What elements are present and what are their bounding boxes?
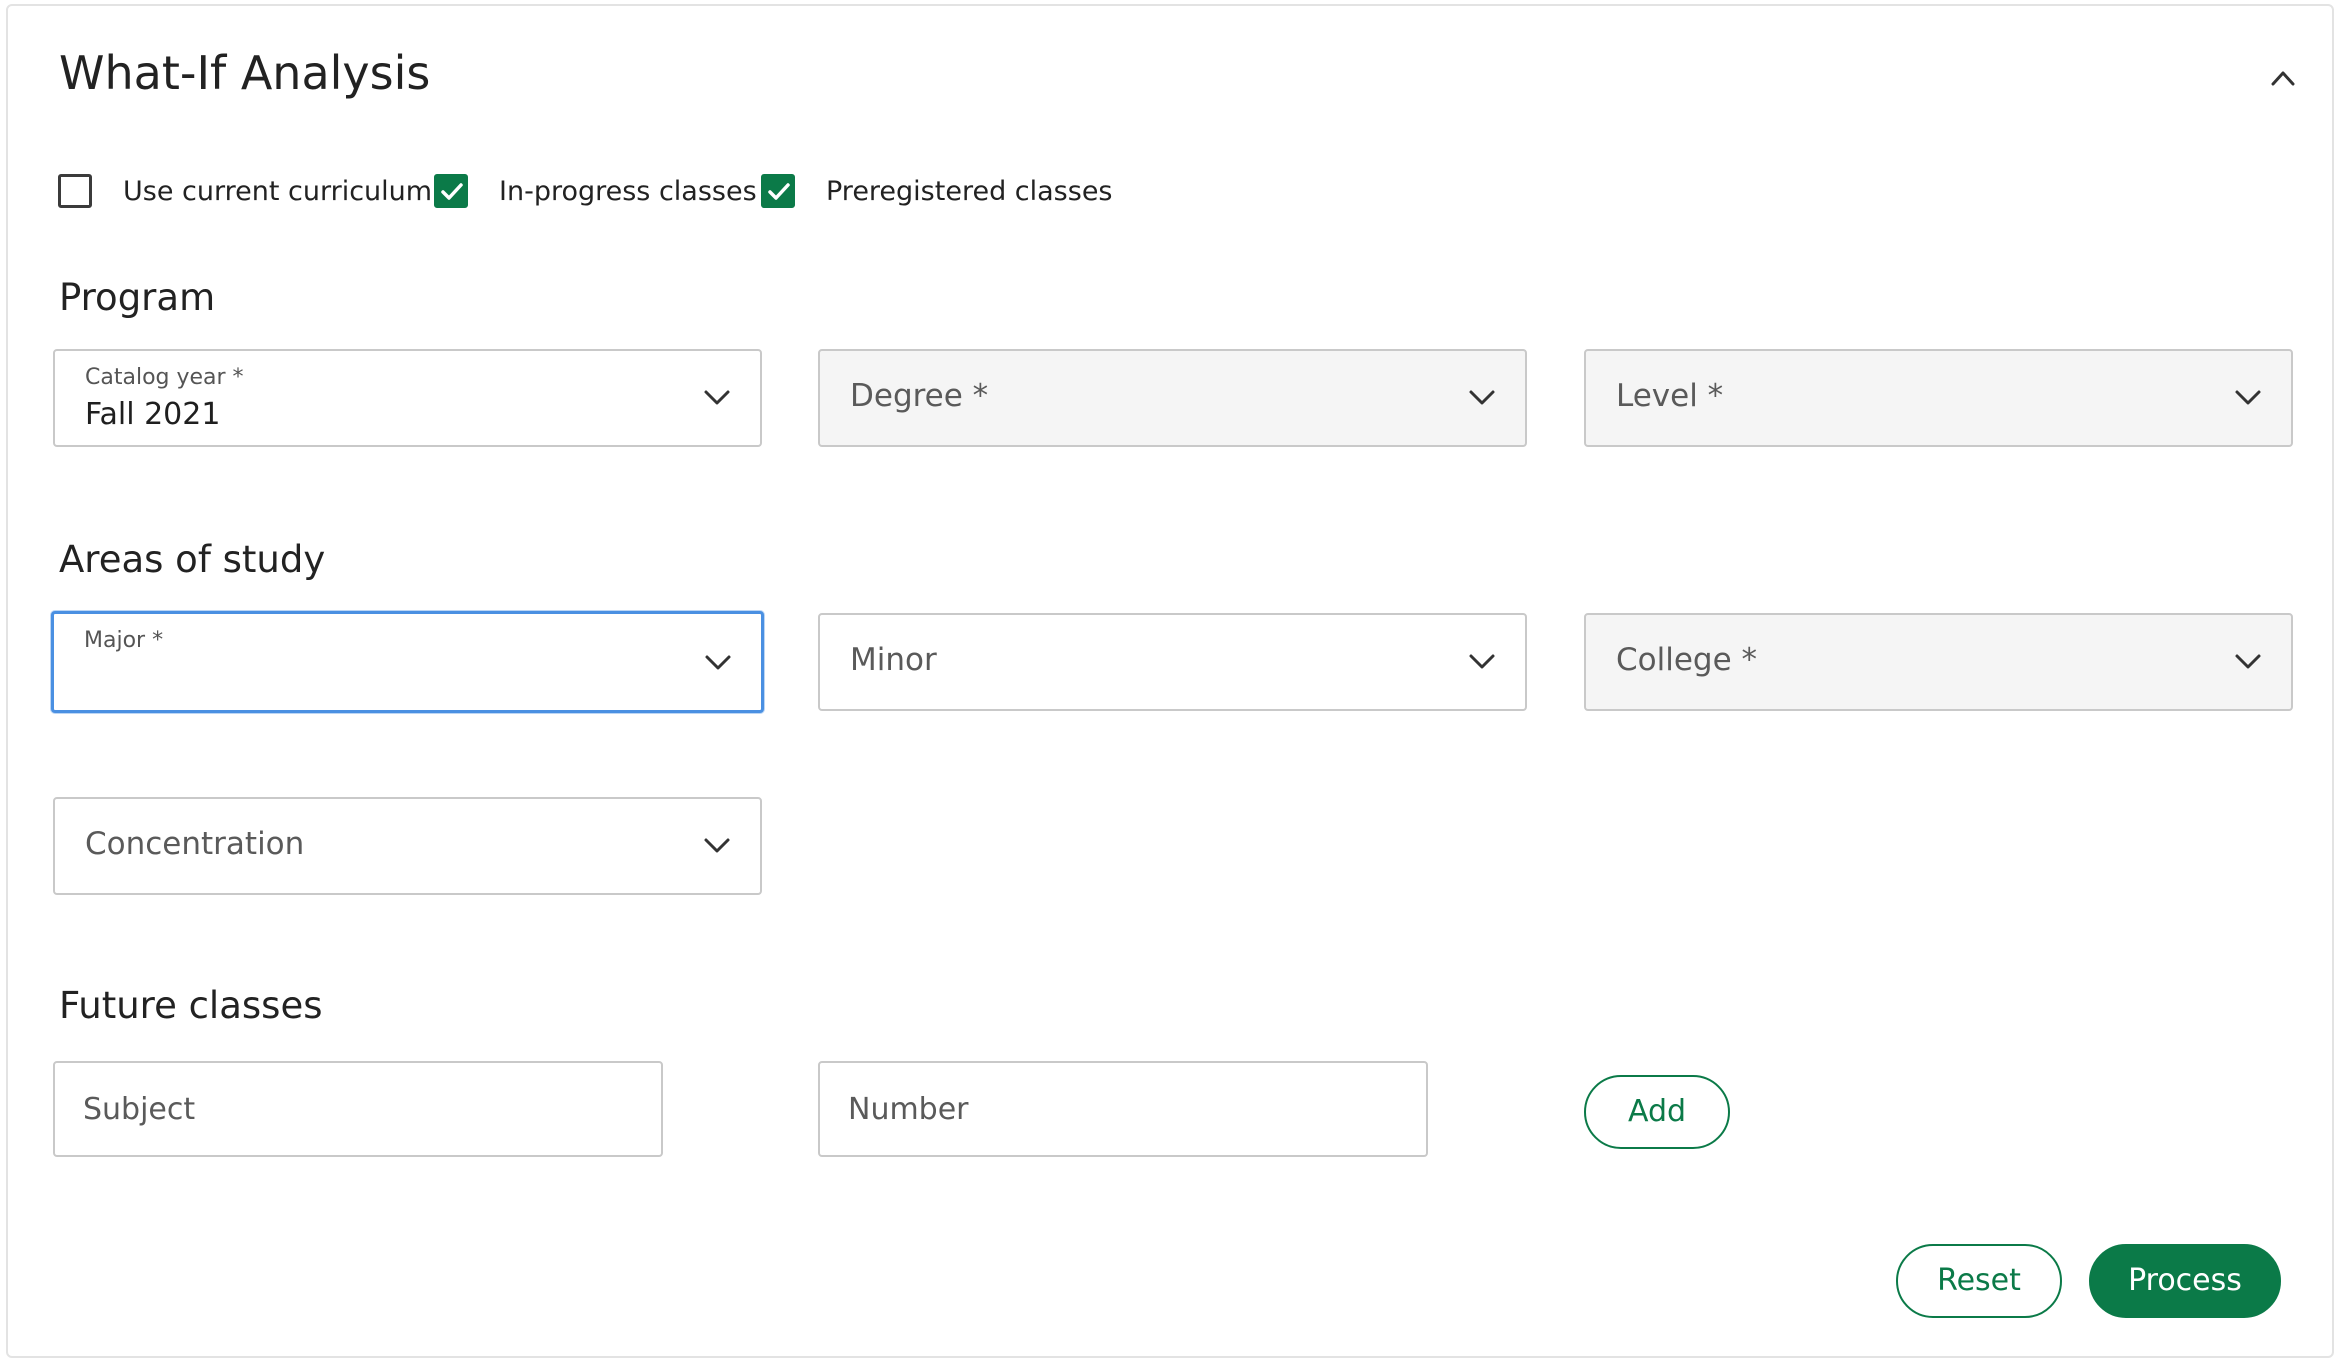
chevron-down-icon [2235, 654, 2261, 669]
chevron-down-icon [1469, 390, 1495, 405]
preregistered-classes-label[interactable]: Preregistered classes [826, 176, 1113, 207]
chevron-up-icon [2271, 71, 2295, 86]
concentration-select[interactable]: Concentration [53, 797, 762, 895]
panel-title: What-If Analysis [59, 46, 431, 100]
use-current-curriculum-label[interactable]: Use current curriculum [123, 176, 432, 207]
subject-input[interactable] [55, 1063, 661, 1155]
chevron-down-icon [1469, 654, 1495, 669]
subject-field[interactable] [53, 1061, 663, 1157]
catalog-year-select[interactable]: Catalog year * Fall 2021 [53, 349, 762, 447]
chevron-down-icon [704, 390, 730, 405]
concentration-placeholder: Concentration [85, 826, 305, 862]
checkmark-icon [768, 183, 790, 200]
chevron-down-icon [704, 838, 730, 853]
major-select[interactable]: Major * [51, 611, 764, 713]
reset-button[interactable]: Reset [1896, 1244, 2062, 1318]
program-heading: Program [59, 276, 216, 319]
add-button[interactable]: Add [1584, 1075, 1730, 1149]
checkmark-icon [441, 183, 463, 200]
collapse-button[interactable] [2265, 60, 2301, 96]
college-placeholder: College * [1616, 642, 1758, 678]
future-classes-heading: Future classes [59, 984, 323, 1027]
what-if-analysis-panel: What-If Analysis Use current curriculum … [6, 4, 2334, 1358]
areas-of-study-heading: Areas of study [59, 538, 326, 581]
number-field[interactable] [818, 1061, 1428, 1157]
major-label: Major * [84, 628, 164, 653]
degree-select[interactable]: Degree * [818, 349, 1527, 447]
catalog-year-label: Catalog year * [85, 365, 244, 390]
preregistered-classes-checkbox[interactable] [761, 174, 795, 208]
chevron-down-icon [705, 655, 731, 670]
minor-select[interactable]: Minor [818, 613, 1527, 711]
options-row: Use current curriculum In-progress class… [8, 174, 1208, 214]
level-select[interactable]: Level * [1584, 349, 2293, 447]
number-input[interactable] [820, 1063, 1426, 1155]
college-select[interactable]: College * [1584, 613, 2293, 711]
process-button[interactable]: Process [2089, 1244, 2281, 1318]
in-progress-classes-checkbox[interactable] [434, 174, 468, 208]
level-placeholder: Level * [1616, 378, 1724, 414]
chevron-down-icon [2235, 390, 2261, 405]
in-progress-classes-label[interactable]: In-progress classes [499, 176, 757, 207]
catalog-year-value: Fall 2021 [85, 397, 221, 432]
minor-placeholder: Minor [850, 642, 937, 678]
degree-placeholder: Degree * [850, 378, 989, 414]
use-current-curriculum-checkbox[interactable] [58, 174, 92, 208]
